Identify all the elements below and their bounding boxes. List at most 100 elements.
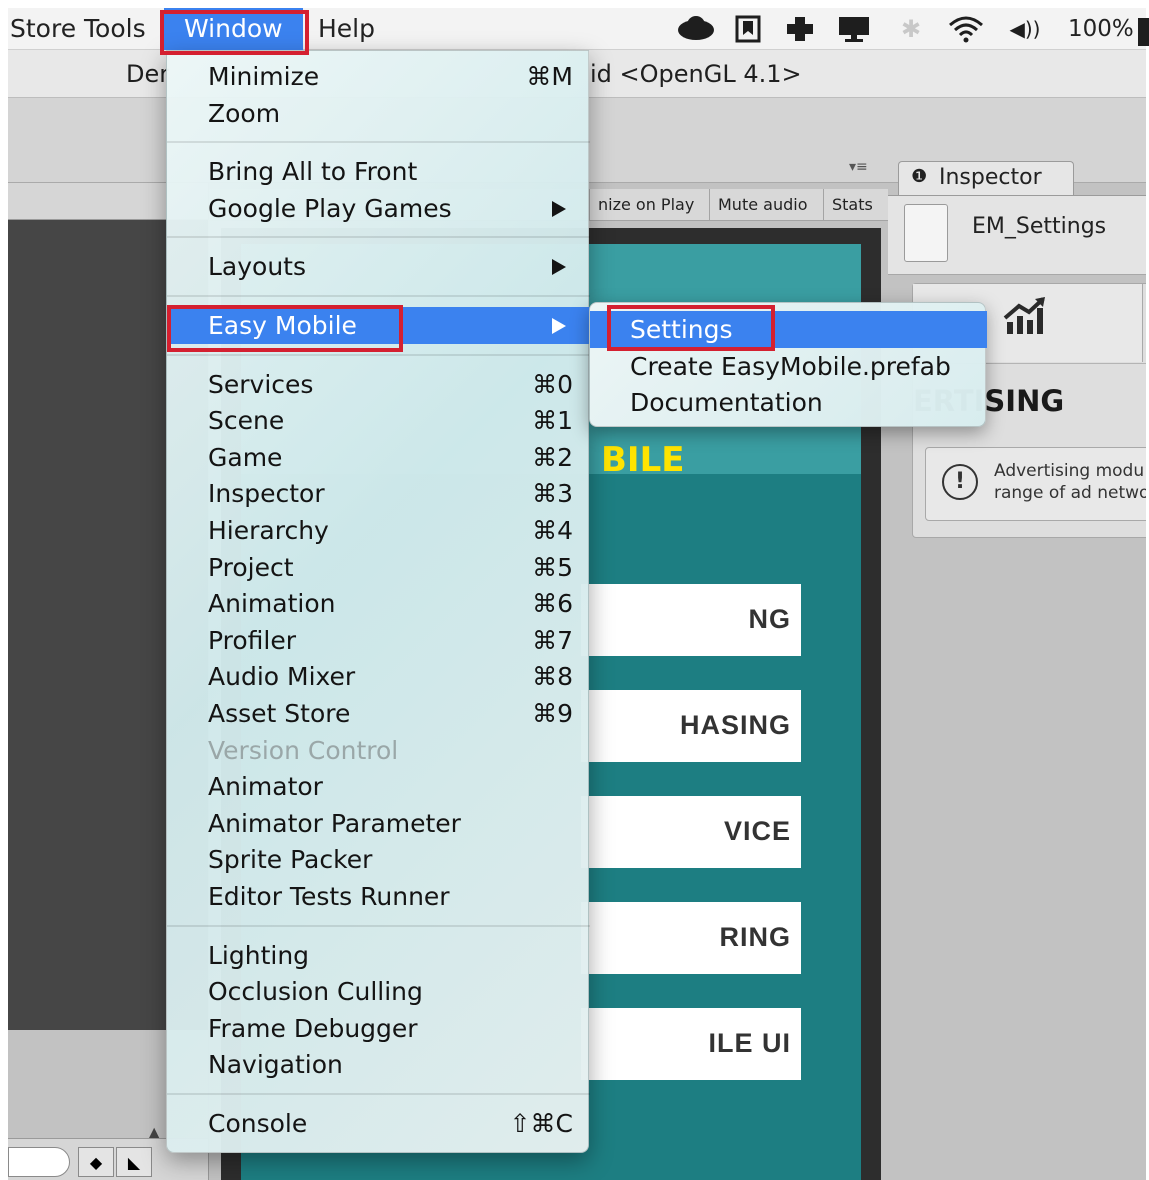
- menu-item-label: Bring All to Front: [208, 157, 418, 187]
- menu-item-scene[interactable]: Scene ⌘1: [167, 402, 590, 439]
- window-menu-dropdown: Minimize ⌘M Zoom Bring All to Front Google P…: [166, 50, 590, 1153]
- menu-item-console[interactable]: Console ⇧⌘C: [167, 1105, 590, 1142]
- menu-item-label: Layouts: [208, 252, 307, 282]
- menu-item-label: Audio Mixer: [208, 662, 356, 692]
- submenu-item-label: Create EasyMobile.prefab: [630, 351, 951, 381]
- bookmark-icon[interactable]: [733, 15, 763, 43]
- menu-separator: [167, 236, 590, 239]
- menu-item-label: Lighting: [208, 940, 310, 970]
- window-title-left: Der: [126, 60, 170, 88]
- menu-item-label: Easy Mobile: [208, 311, 357, 340]
- warning-icon: !: [942, 464, 978, 500]
- menu-item-occlusion-culling[interactable]: Occlusion Culling: [167, 973, 590, 1010]
- tab-inspector[interactable]: ❶ Inspector: [898, 161, 1074, 196]
- game-button-in-app-purchasing[interactable]: HASING: [581, 690, 801, 762]
- menu-item-frame-debugger[interactable]: Frame Debugger: [167, 1010, 590, 1047]
- menu-item-label: Scene: [208, 406, 285, 436]
- menu-item-label: Hierarchy: [208, 516, 329, 545]
- menu-help[interactable]: Help: [318, 8, 375, 50]
- menu-item-label: Frame Debugger: [208, 1013, 418, 1043]
- volume-icon[interactable]: ◀)): [1005, 15, 1045, 43]
- menu-item-profiler[interactable]: Profiler ⌘7: [167, 622, 590, 659]
- game-button-label: HASING: [679, 710, 791, 740]
- menu-item-label: Console: [208, 1109, 308, 1138]
- tab-inspector-label: Inspector: [939, 165, 1042, 190]
- menu-item-easy-mobile[interactable]: Easy Mobile: [167, 307, 590, 344]
- menu-item-hierarchy[interactable]: Hierarchy ⌘4: [167, 512, 590, 549]
- menu-item-shortcut: ⌘0: [532, 369, 573, 399]
- game-button-advertising[interactable]: NG: [581, 584, 801, 656]
- submenu-arrow-icon: [552, 259, 566, 276]
- submenu-item-create-easymobile-prefab[interactable]: Create EasyMobile.prefab: [590, 348, 987, 385]
- menu-item-editor-tests-runner[interactable]: Editor Tests Runner: [167, 878, 590, 915]
- menu-item-label: Version Control: [208, 735, 399, 765]
- menu-item-sprite-packer[interactable]: Sprite Packer: [167, 841, 590, 878]
- menu-item-minimize[interactable]: Minimize ⌘M: [167, 58, 590, 95]
- menu-item-version-control: Version Control: [167, 732, 590, 769]
- menu-item-label: Asset Store: [208, 699, 351, 728]
- info-note: ! Advertising modu range of ad netwo: [925, 447, 1146, 521]
- info-icon: ❶: [911, 166, 928, 187]
- game-button-native-ui[interactable]: ILE UI: [581, 1008, 801, 1080]
- battery-percent: 100%: [1068, 16, 1134, 42]
- bluetooth-icon[interactable]: ✱: [898, 15, 924, 43]
- menu-item-layouts[interactable]: Layouts: [167, 248, 590, 285]
- menu-item-label: Navigation: [208, 1050, 343, 1080]
- menu-item-lighting[interactable]: Lighting: [167, 937, 590, 974]
- menu-item-shortcut: ⌘9: [532, 699, 573, 728]
- menu-item-label: Zoom: [208, 98, 281, 128]
- menu-item-label: Animator: [208, 772, 323, 802]
- file-icon: [904, 204, 948, 262]
- menu-item-services[interactable]: Services ⌘0: [167, 366, 590, 403]
- menu-item-animation[interactable]: Animation ⌘6: [167, 585, 590, 622]
- submenu-item-label: Documentation: [630, 388, 823, 417]
- label-tag-icon[interactable]: ◣: [116, 1147, 152, 1177]
- menu-item-shortcut: ⌘1: [532, 406, 573, 436]
- menu-separator: [167, 353, 590, 356]
- menu-item-shortcut: ⌘8: [532, 662, 573, 692]
- search-field[interactable]: [8, 1147, 70, 1177]
- menu-item-label: Google Play Games: [208, 193, 452, 223]
- menu-separator: [167, 1093, 590, 1095]
- mute-audio-button[interactable]: Mute audio: [709, 189, 815, 221]
- menu-item-label: Inspector: [208, 479, 325, 509]
- game-button-sharing[interactable]: RING: [581, 902, 801, 974]
- gamepad-icon[interactable]: [783, 15, 817, 43]
- menu-item-shortcut: ⌘7: [532, 625, 573, 655]
- menu-item-label: Profiler: [208, 625, 297, 655]
- filter-type-icon[interactable]: ◆: [78, 1147, 114, 1177]
- menu-bar: Store Tools Window Help ✱ ◀)) 100%: [8, 8, 1149, 50]
- menu-item-google-play-games[interactable]: Google Play Games: [167, 190, 590, 227]
- submenu-item-documentation[interactable]: Documentation: [590, 384, 987, 421]
- note-line-2: range of ad netwo: [994, 483, 1146, 503]
- display-icon[interactable]: [836, 15, 872, 43]
- menu-item-zoom[interactable]: Zoom: [167, 95, 590, 132]
- menu-item-shortcut: ⌘2: [532, 442, 573, 472]
- menu-item-bring-all-to-front[interactable]: Bring All to Front: [167, 153, 590, 190]
- menu-item-game[interactable]: Game ⌘2: [167, 439, 590, 476]
- battery-icon[interactable]: [1138, 15, 1149, 46]
- menu-item-label: Services: [208, 369, 314, 399]
- menu-separator: [167, 141, 590, 144]
- submenu-item-settings[interactable]: Settings: [590, 311, 987, 348]
- maximize-on-play-button[interactable]: nize on Play: [589, 189, 702, 221]
- cloud-icon[interactable]: [676, 15, 716, 43]
- game-button-label: VICE: [723, 816, 791, 846]
- game-button-game-service[interactable]: VICE: [581, 796, 801, 868]
- menu-item-audio-mixer[interactable]: Audio Mixer ⌘8: [167, 658, 590, 695]
- menu-item-inspector[interactable]: Inspector ⌘3: [167, 475, 590, 512]
- menu-item-navigation[interactable]: Navigation: [167, 1046, 590, 1083]
- game-title: BILE: [601, 440, 685, 480]
- menu-item-label: Minimize: [208, 62, 320, 91]
- menu-item-animator-parameter[interactable]: Animator Parameter: [167, 805, 590, 842]
- menu-item-asset-store[interactable]: Asset Store ⌘9: [167, 695, 590, 732]
- menu-item-animator[interactable]: Animator: [167, 768, 590, 805]
- stats-button[interactable]: Stats: [823, 189, 881, 221]
- menu-item-label: Animation: [208, 589, 336, 619]
- menu-item-project[interactable]: Project ⌘5: [167, 549, 590, 586]
- menu-window[interactable]: Window: [164, 8, 303, 50]
- menu-item-label: Project: [208, 552, 294, 582]
- panel-menu-icon[interactable]: ▾≡: [849, 159, 868, 175]
- menu-store-tools[interactable]: Store Tools: [10, 8, 146, 50]
- wifi-icon[interactable]: [946, 15, 986, 43]
